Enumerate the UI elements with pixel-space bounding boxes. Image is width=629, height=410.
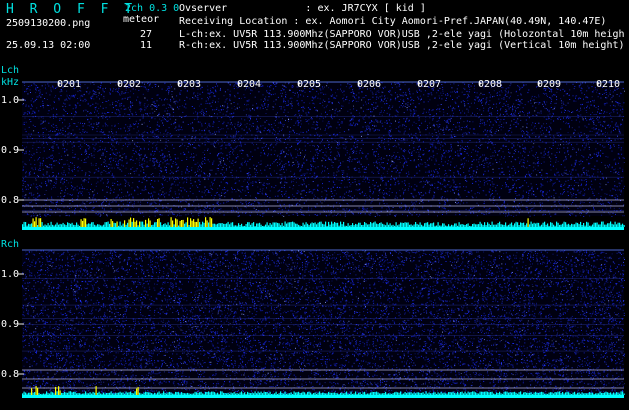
time-tick-label: 0205 (297, 79, 322, 90)
rch-spectrogram (22, 250, 625, 395)
rch-ytick: 0.8 (1, 369, 20, 380)
time-tick-label: 0208 (478, 79, 503, 90)
lch-activity-bar (22, 217, 625, 230)
rch-ytick: 0.9 (1, 319, 20, 330)
lch-ytick: 1.0 (1, 95, 20, 106)
rch-channel-label: Rch (1, 239, 20, 250)
time-tick-label: 0209 (537, 79, 562, 90)
lch-ytick: 0.9 (1, 145, 20, 156)
lch-channel-label: Lch (1, 65, 20, 76)
rch-ytick: 1.0 (1, 269, 20, 280)
lch-spectrogram (22, 82, 625, 217)
time-tick-label: 0204 (237, 79, 262, 90)
time-tick-label: 0202 (117, 79, 142, 90)
time-tick-label: 0210 (596, 79, 621, 90)
time-tick-label: 0207 (417, 79, 442, 90)
lch-unit-label: kHz (1, 77, 20, 88)
time-tick-label: 0203 (177, 79, 202, 90)
time-tick-label: 0206 (357, 79, 382, 90)
lch-ytick: 0.8 (1, 195, 20, 206)
spectrogram-canvas (18, 81, 625, 398)
time-tick-label: 0201 (57, 79, 82, 90)
